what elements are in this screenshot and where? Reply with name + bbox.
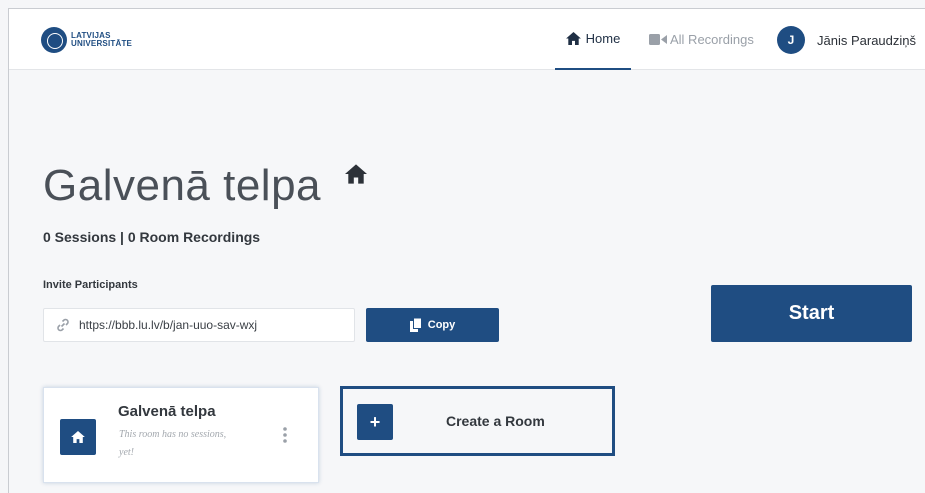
plus-icon: + bbox=[357, 404, 393, 440]
room-card-description: This room has no sessions, yet! bbox=[119, 429, 227, 458]
university-seal-icon bbox=[41, 27, 67, 53]
logo-line-2: UNIVERSITĀTE bbox=[71, 39, 133, 48]
room-stats: 0 Sessions | 0 Room Recordings bbox=[43, 229, 261, 245]
copy-button-label: Copy bbox=[427, 319, 456, 331]
nav-home-label: Home bbox=[585, 31, 621, 46]
room-card-name: Galvenā telpa bbox=[118, 403, 216, 420]
page-title: Galvenā telpa bbox=[43, 161, 322, 210]
avatar: J bbox=[777, 26, 805, 54]
create-room-label: Create a Room bbox=[446, 413, 545, 429]
university-logo[interactable]: LATVIJAS UNIVERSITĀTE bbox=[41, 27, 132, 53]
nav-recordings-label: All Recordings bbox=[670, 32, 754, 47]
nav-home-link[interactable]: Home bbox=[555, 9, 631, 70]
user-menu[interactable]: J Jānis Paraudziņš bbox=[777, 26, 916, 54]
create-room-button[interactable]: + Create a Room bbox=[340, 386, 615, 456]
user-name: Jānis Paraudziņš bbox=[817, 32, 916, 48]
invite-url-field[interactable] bbox=[43, 308, 355, 342]
video-camera-icon bbox=[649, 34, 667, 45]
invite-participants-label: Invite Participants bbox=[43, 279, 138, 291]
copy-button[interactable]: Copy bbox=[366, 308, 499, 342]
start-button[interactable]: Start bbox=[711, 285, 912, 342]
room-card[interactable]: Galvenā telpa This room has no sessions,… bbox=[43, 387, 319, 483]
nav-all-recordings-link[interactable]: All Recordings bbox=[649, 9, 754, 70]
room-card-home-icon-box bbox=[60, 419, 96, 455]
logo-text: LATVIJAS UNIVERSITĀTE bbox=[71, 32, 132, 48]
page-frame: LATVIJAS UNIVERSITĀTE Home All Recording… bbox=[8, 8, 925, 493]
invite-url-input[interactable] bbox=[79, 318, 349, 332]
top-navbar: LATVIJAS UNIVERSITĀTE Home All Recording… bbox=[9, 9, 925, 70]
link-icon bbox=[57, 318, 69, 332]
home-icon bbox=[71, 431, 85, 443]
kebab-menu-icon[interactable] bbox=[282, 426, 288, 444]
home-icon bbox=[565, 32, 581, 45]
home-room-icon bbox=[345, 164, 367, 184]
copy-icon bbox=[409, 318, 422, 332]
